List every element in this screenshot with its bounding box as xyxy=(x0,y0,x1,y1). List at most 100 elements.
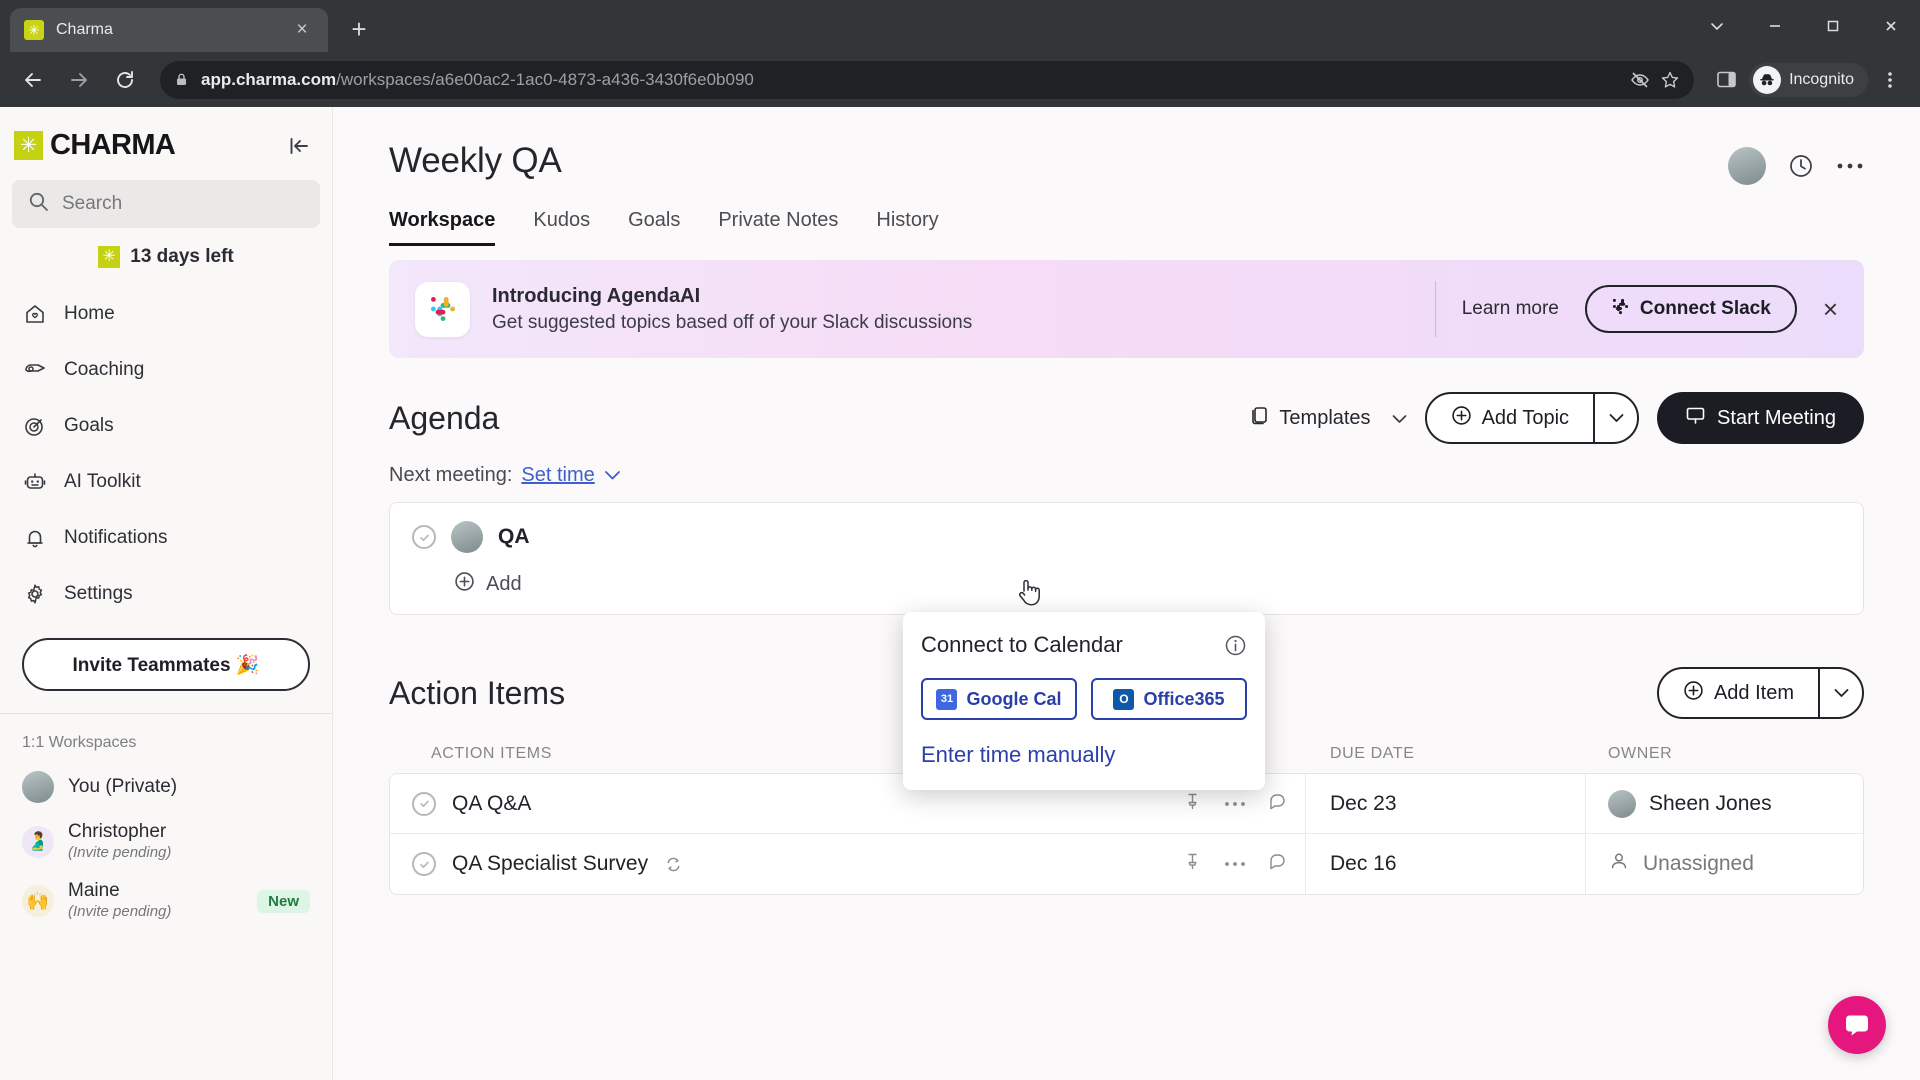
column-header-due-date: DUE DATE xyxy=(1330,745,1415,762)
invite-teammates-button[interactable]: Invite Teammates 🎉 xyxy=(22,638,310,691)
new-tab-button[interactable]: + xyxy=(338,8,380,50)
workspace-item-christopher[interactable]: 🫃 Christopher (Invite pending) xyxy=(0,812,332,871)
info-icon[interactable] xyxy=(1224,634,1247,657)
minimize-button[interactable] xyxy=(1746,0,1804,52)
complete-checkbox-icon[interactable] xyxy=(412,852,436,876)
comment-icon[interactable] xyxy=(1268,852,1287,876)
avatar: 🫃 xyxy=(22,825,54,858)
enter-time-manually-link[interactable]: Enter time manually xyxy=(921,742,1247,768)
plus-circle-icon xyxy=(454,571,475,598)
more-options-icon[interactable] xyxy=(1224,855,1246,873)
promo-actions: Learn more Connect Slack × xyxy=(1434,281,1838,337)
complete-checkbox-icon[interactable] xyxy=(412,525,436,549)
agendaai-promo-banner: Introducing AgendaAI Get suggested topic… xyxy=(389,260,1864,358)
sidebar-item-home[interactable]: Home xyxy=(0,286,332,342)
action-items-table: QA Q&A Dec 23 Sheen Jones QA Specialist … xyxy=(389,773,1864,895)
tab-history[interactable]: History xyxy=(876,209,938,246)
add-topic-button[interactable]: Add Topic xyxy=(1427,394,1593,442)
forward-arrow-icon[interactable] xyxy=(58,59,100,101)
trial-banner[interactable]: ✳ 13 days left xyxy=(0,228,332,282)
invite-teammates-container: Invite Teammates 🎉 xyxy=(0,622,332,713)
start-meeting-label: Start Meeting xyxy=(1717,406,1836,429)
sidebar-item-label: AI Toolkit xyxy=(64,471,141,492)
intercom-chat-button[interactable] xyxy=(1828,996,1886,1054)
office365-button[interactable]: O Office365 xyxy=(1091,678,1247,720)
star-icon[interactable] xyxy=(1660,70,1680,90)
action-item-owner[interactable]: Sheen Jones xyxy=(1585,774,1863,833)
templates-button[interactable]: Templates xyxy=(1249,405,1406,432)
search-input[interactable] xyxy=(62,193,304,215)
close-tab-icon[interactable]: × xyxy=(290,19,314,41)
sidebar-item-settings[interactable]: Settings xyxy=(0,566,332,622)
charma-star-icon: ✳ xyxy=(24,20,44,40)
complete-checkbox-icon[interactable] xyxy=(412,791,436,816)
sidebar-item-notifications[interactable]: Notifications xyxy=(0,510,332,566)
action-item-due-date[interactable]: Dec 23 xyxy=(1305,774,1585,833)
popover-title: Connect to Calendar xyxy=(921,632,1123,657)
workspace-item-you[interactable]: You (Private) xyxy=(0,762,332,812)
collapse-sidebar-icon[interactable] xyxy=(288,135,310,157)
target-icon xyxy=(22,414,48,438)
incognito-profile-button[interactable]: Incognito xyxy=(1749,62,1868,97)
add-topic-inline-button[interactable]: Add xyxy=(454,571,1841,598)
back-arrow-icon[interactable] xyxy=(12,59,54,101)
learn-more-link[interactable]: Learn more xyxy=(1462,298,1559,320)
sidebar-header: ✳ CHARMA xyxy=(0,107,332,172)
more-options-icon[interactable] xyxy=(1224,795,1246,813)
pin-icon[interactable] xyxy=(1183,852,1202,876)
table-row[interactable]: QA Specialist Survey Dec 16 Unassigned xyxy=(390,834,1863,894)
action-item-owner[interactable]: Unassigned xyxy=(1585,834,1863,894)
search-box[interactable] xyxy=(12,180,320,228)
workspace-item-maine[interactable]: 🙌 Maine (Invite pending) New xyxy=(0,871,332,930)
promo-title: Introducing AgendaAI xyxy=(492,284,701,307)
tab-kudos[interactable]: Kudos xyxy=(533,209,590,246)
action-item-row-icons xyxy=(1183,792,1287,816)
more-options-icon[interactable] xyxy=(1836,161,1864,171)
sidebar: ✳ CHARMA ✳ 13 days left xyxy=(0,107,333,1080)
connect-slack-button[interactable]: Connect Slack xyxy=(1584,285,1797,333)
sidebar-item-coaching[interactable]: Coaching xyxy=(0,342,332,398)
agenda-header: Agenda Templates Add Topic Start Meeting xyxy=(389,392,1864,444)
tab-goals[interactable]: Goals xyxy=(628,209,680,246)
page-header-actions xyxy=(1728,141,1864,185)
close-icon[interactable]: × xyxy=(1823,296,1838,322)
sidebar-item-ai-toolkit[interactable]: AI Toolkit xyxy=(0,454,332,510)
eye-off-icon[interactable] xyxy=(1630,70,1650,90)
next-meeting-label: Next meeting: xyxy=(389,464,513,486)
tab-private-notes[interactable]: Private Notes xyxy=(718,209,838,246)
kebab-menu-icon[interactable] xyxy=(1872,69,1908,91)
add-topic-inline-label: Add xyxy=(486,573,522,595)
action-item-due-date[interactable]: Dec 16 xyxy=(1305,834,1585,894)
close-window-button[interactable] xyxy=(1862,0,1920,52)
browser-tab[interactable]: ✳ Charma × xyxy=(10,8,328,52)
address-bar[interactable]: app.charma.com/workspaces/a6e00ac2-1ac0-… xyxy=(160,60,1695,99)
add-topic-dropdown-toggle[interactable] xyxy=(1593,394,1637,442)
side-panel-icon[interactable] xyxy=(1708,69,1745,90)
clock-icon[interactable] xyxy=(1788,153,1814,179)
add-item-label: Add Item xyxy=(1713,681,1794,704)
tab-search-icon[interactable] xyxy=(1688,0,1746,52)
google-cal-button[interactable]: 31 Google Cal xyxy=(921,678,1077,720)
incognito-icon xyxy=(1753,65,1782,94)
add-item-dropdown-toggle[interactable] xyxy=(1818,669,1862,717)
tab-workspace[interactable]: Workspace xyxy=(389,209,496,246)
action-item-row-icons xyxy=(1183,852,1287,876)
add-item-button[interactable]: Add Item xyxy=(1659,669,1818,717)
agenda-topic-row[interactable]: QA xyxy=(412,521,1841,553)
charma-logo[interactable]: ✳ CHARMA xyxy=(14,129,176,162)
avatar[interactable] xyxy=(1728,147,1766,185)
set-time-link[interactable]: Set time xyxy=(521,464,594,487)
incognito-label: Incognito xyxy=(1789,70,1854,88)
chevron-down-icon[interactable] xyxy=(604,470,621,481)
pin-icon[interactable] xyxy=(1183,792,1202,816)
action-item-name-cell: QA Specialist Survey xyxy=(390,834,1305,894)
page-tabs: Workspace Kudos Goals Private Notes Hist… xyxy=(333,185,1920,246)
reload-icon[interactable] xyxy=(104,59,146,101)
sidebar-item-goals[interactable]: Goals xyxy=(0,398,332,454)
start-meeting-button[interactable]: Start Meeting xyxy=(1657,392,1864,444)
comment-icon[interactable] xyxy=(1268,792,1287,816)
sidebar-nav: Home Coaching Goals AI Toolkit Notificat… xyxy=(0,282,332,622)
main-content: Weekly QA Workspace Kudos Goals Private … xyxy=(333,107,1920,1080)
maximize-button[interactable] xyxy=(1804,0,1862,52)
next-meeting-row: Next meeting: Set time xyxy=(389,464,1864,487)
